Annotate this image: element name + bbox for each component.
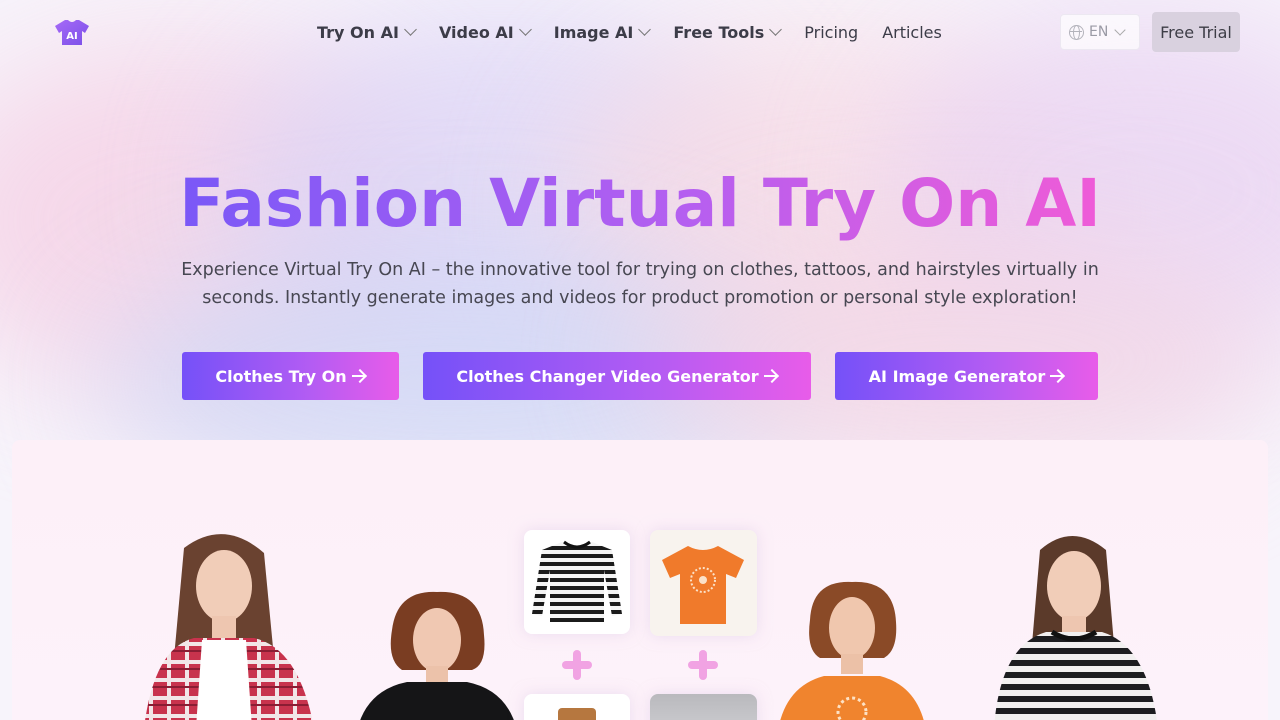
chevron-down-icon [638,23,652,36]
nav-label: Image AI [553,22,634,42]
try-on-showcase [12,440,1268,720]
chevron-down-icon [1114,23,1126,36]
top-navigation: AI Try On AI Video AI Image AI Free Tool… [0,0,1280,64]
hero-title-text: Fashion Virtual Try On AI [179,165,1101,242]
clothes-try-on-button[interactable]: Clothes Try On [182,352,399,400]
nav-item-try-on-ai[interactable]: Try On AI [317,22,417,42]
nav-label: Pricing [804,22,859,42]
chevron-down-icon [404,23,417,36]
nav-item-video-ai[interactable]: Video AI [438,22,532,42]
logo-text: AI [66,31,77,42]
chevron-down-icon [518,23,532,36]
nav-item-image-ai[interactable]: Image AI [553,22,652,42]
plus-icon [688,650,718,680]
chevron-down-icon [769,23,783,36]
nav-label: Try On AI [317,22,399,42]
hero-subtitle: Experience Virtual Try On AI – the innov… [181,260,1099,308]
arrow-right-icon [1050,369,1064,383]
main-menu: Try On AI Video AI Image AI Free Tools P… [317,0,966,64]
nav-item-free-tools[interactable]: Free Tools [673,22,783,42]
nav-label: Free Tools [673,22,765,42]
hero-title: Fashion Virtual Try On AI [0,164,1280,244]
brown-shorts-image [558,708,596,720]
button-label: AI Image Generator [868,366,1046,386]
model-striped-sweater-image [994,536,1157,720]
arrow-right-icon [351,369,366,383]
site-logo[interactable]: AI [54,18,90,46]
garment-brown-shorts-tile[interactable] [524,694,630,720]
globe-icon [1069,24,1084,40]
button-label: Clothes Changer Video Generator [456,366,759,386]
ai-image-generator-button[interactable]: AI Image Generator [835,352,1098,400]
free-trial-button[interactable]: Free Trial [1152,12,1240,52]
plus-icon [562,650,592,680]
nav-label: Video AI [438,22,514,42]
button-label: Clothes Try On [215,366,347,386]
clothes-changer-video-button[interactable]: Clothes Changer Video Generator [423,352,811,400]
striped-sweater-image [532,540,622,622]
model-orange-tee-image [780,581,924,720]
nav-item-pricing[interactable]: Pricing [804,23,858,42]
garment-striped-sweater-tile[interactable] [524,530,630,634]
model-plaid-shirt-image [145,534,313,720]
garment-orange-tee-tile[interactable] [650,530,757,636]
orange-tee-image [662,546,744,624]
garment-gray-item-tile[interactable] [650,694,757,720]
nav-item-articles[interactable]: Articles [882,23,942,42]
language-selector[interactable]: EN [1060,14,1140,50]
nav-label: Articles [882,22,942,42]
language-label: EN [1089,24,1109,40]
arrow-right-icon [763,369,778,383]
model-black-tee-image [360,591,514,720]
